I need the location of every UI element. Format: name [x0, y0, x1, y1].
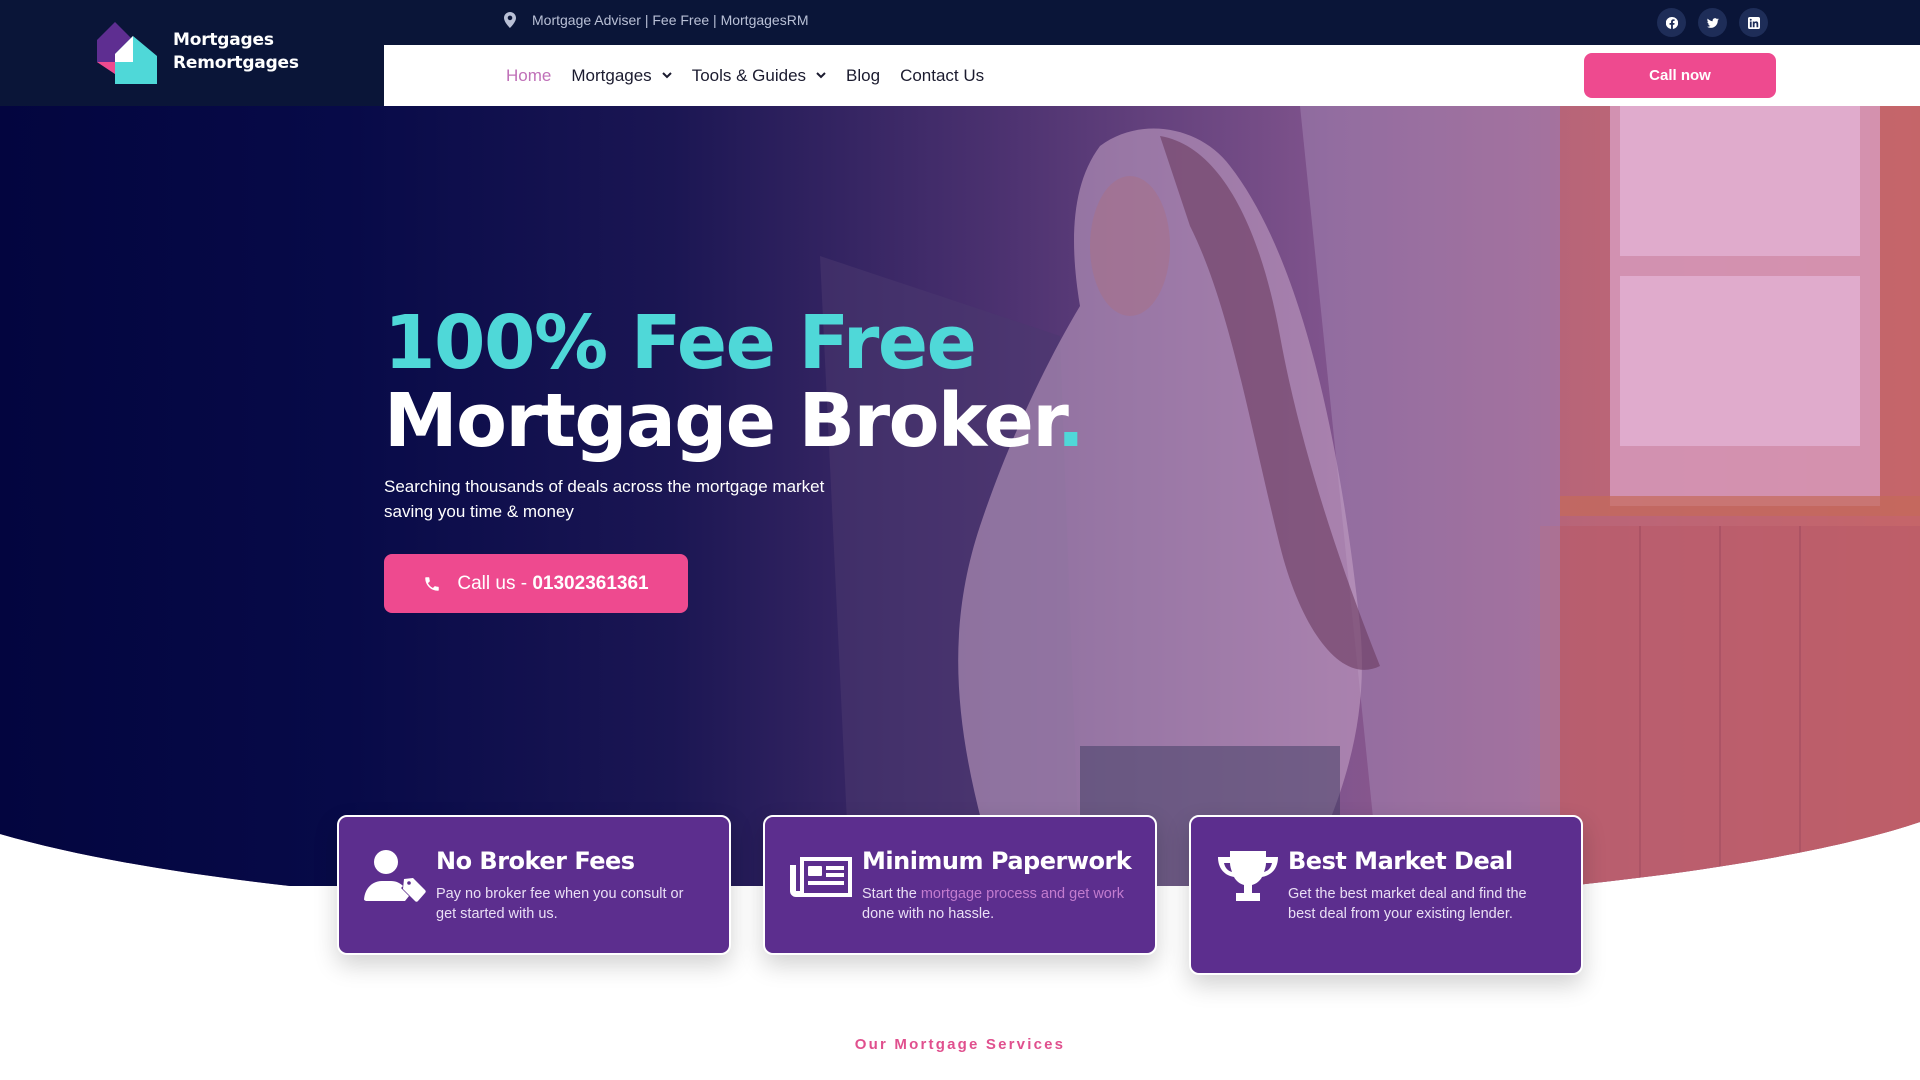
- call-us-label: Call us - 01302361361: [457, 573, 648, 595]
- top-info: Mortgage Adviser | Fee Free | MortgagesR…: [504, 12, 809, 28]
- hero-title-line2-text: Mortgage Broker: [384, 378, 1057, 464]
- logo[interactable]: Mortgages Remortgages: [0, 0, 384, 106]
- top-tagline: Mortgage Adviser | Fee Free | MortgagesR…: [532, 12, 809, 28]
- user-tag-icon: [364, 849, 428, 905]
- nav-item-home[interactable]: Home: [506, 66, 551, 86]
- main-nav: Home Mortgages Tools & Guides Blog Conta…: [384, 45, 1920, 106]
- logo-text-line2: Remortgages: [173, 53, 299, 73]
- hero-title-dot: .: [1056, 378, 1084, 464]
- feature-text: Start the mortgage process and get work …: [862, 884, 1132, 924]
- linkedin-icon: [1747, 16, 1760, 29]
- nav-item-label: Mortgages: [571, 65, 652, 85]
- trophy-icon: [1216, 849, 1280, 905]
- feature-text-after: done with no hassle.: [862, 906, 995, 922]
- linkedin-link[interactable]: [1739, 8, 1768, 37]
- nav-menu: Home Mortgages Tools & Guides Blog Conta…: [506, 45, 984, 106]
- feature-text: Get the best market deal and find the be…: [1288, 886, 1527, 922]
- facebook-link[interactable]: [1657, 8, 1686, 37]
- nav-item-tools-guides[interactable]: Tools & Guides: [692, 66, 826, 86]
- feature-card-no-broker-fees: No Broker Fees Pay no broker fee when yo…: [337, 815, 731, 955]
- twitter-icon: [1706, 17, 1719, 28]
- nav-item-contact-us[interactable]: Contact Us: [900, 66, 984, 86]
- nav-item-label: Tools & Guides: [691, 65, 807, 85]
- feature-text-before: Start the: [862, 886, 921, 902]
- call-us-phone: 01302361361: [532, 572, 649, 594]
- feature-title: Minimum Paperwork: [862, 847, 1132, 875]
- feature-title: No Broker Fees: [436, 847, 635, 875]
- social-links: [1657, 8, 1768, 37]
- logo-text-line1: Mortgages: [173, 30, 274, 50]
- hero-title-line2: Mortgage Broker.: [384, 382, 1083, 460]
- nav-item-label: Blog: [846, 65, 881, 85]
- hero-section: 100% Fee Free Mortgage Broker. Searching…: [0, 106, 1920, 886]
- twitter-link[interactable]: [1698, 8, 1727, 37]
- house-logo-icon: [97, 22, 157, 84]
- newspaper-icon: [790, 849, 854, 905]
- nav-item-label: Home: [506, 65, 552, 85]
- feature-text: Pay no broker fee when you consult or ge…: [436, 886, 684, 922]
- chevron-down-icon: [816, 72, 826, 79]
- hero-photo: [0, 106, 1920, 886]
- services-section-label: Our Mortgage Services: [854, 1036, 1066, 1053]
- phone-icon: [423, 575, 441, 593]
- nav-item-label: Contact Us: [900, 65, 985, 85]
- logo-text: Mortgages Remortgages: [173, 29, 299, 75]
- chevron-down-icon: [661, 72, 672, 79]
- hero-subtitle-line2: saving you time & money: [384, 502, 574, 521]
- feature-title: Best Market Deal: [1288, 847, 1513, 875]
- hero-subtitle: Searching thousands of deals across the …: [384, 474, 904, 524]
- nav-item-blog[interactable]: Blog: [846, 66, 880, 86]
- page: 100% Fee Free Mortgage Broker. Searching…: [0, 0, 1920, 1080]
- call-us-prefix: Call us -: [457, 572, 533, 594]
- hero-title: 100% Fee Free Mortgage Broker.: [384, 304, 1083, 460]
- feature-card-minimum-paperwork: Minimum Paperwork Start the mortgage pro…: [763, 815, 1157, 955]
- call-now-button[interactable]: Call now: [1584, 53, 1776, 98]
- call-us-button[interactable]: Call us - 01302361361: [384, 554, 688, 613]
- hero-title-line1: 100% Fee Free: [384, 300, 976, 386]
- feature-card-best-market-deal: Best Market Deal Get the best market dea…: [1189, 815, 1583, 975]
- mortgage-process-link[interactable]: mortgage process and get work: [921, 886, 1124, 902]
- hero-subtitle-line1: Searching thousands of deals across the …: [384, 477, 825, 496]
- map-pin-icon: [504, 12, 516, 28]
- nav-item-mortgages[interactable]: Mortgages: [571, 65, 672, 86]
- facebook-icon: [1665, 16, 1678, 29]
